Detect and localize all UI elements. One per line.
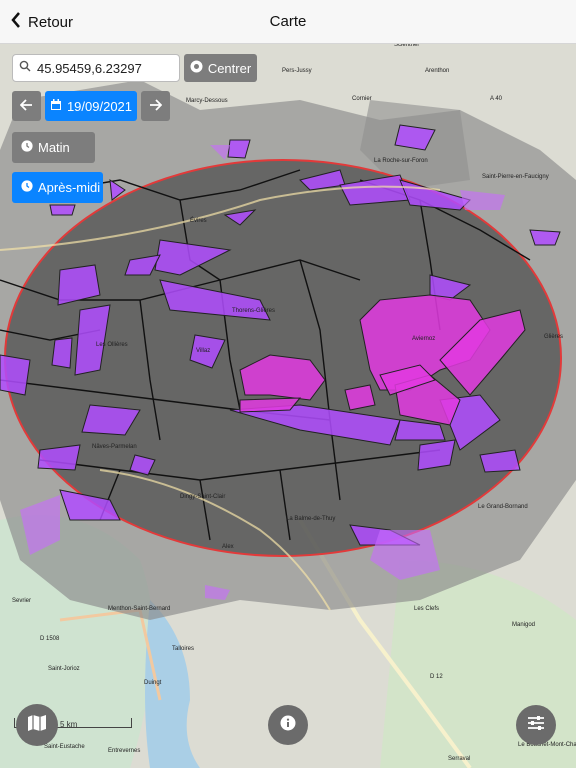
svg-text:Les Clefs: Les Clefs bbox=[414, 606, 439, 612]
previous-day-button[interactable] bbox=[12, 91, 41, 121]
search-icon bbox=[19, 59, 31, 77]
svg-text:Saint-Pierre-en-Faucigny: Saint-Pierre-en-Faucigny bbox=[482, 174, 549, 180]
target-icon bbox=[190, 60, 203, 76]
sliders-icon bbox=[527, 715, 545, 736]
clock-icon bbox=[21, 140, 33, 155]
arrow-left-icon bbox=[19, 98, 33, 114]
afternoon-label: Après-midi bbox=[38, 180, 101, 195]
svg-text:Sevrier: Sevrier bbox=[12, 598, 31, 604]
svg-text:Duingt: Duingt bbox=[144, 680, 162, 686]
svg-text:A 40: A 40 bbox=[490, 96, 503, 102]
filters-button[interactable] bbox=[516, 705, 556, 745]
svg-text:Pers-Jussy: Pers-Jussy bbox=[282, 68, 312, 74]
svg-text:Aviernoz: Aviernoz bbox=[412, 336, 435, 342]
svg-text:Saint-Eustache: Saint-Eustache bbox=[44, 744, 85, 750]
chevron-left-icon bbox=[10, 11, 22, 33]
center-button[interactable]: Centrer bbox=[184, 54, 257, 82]
calendar-icon bbox=[50, 98, 62, 114]
next-day-button[interactable] bbox=[141, 91, 170, 121]
svg-text:La Roche-sur-Foron: La Roche-sur-Foron bbox=[374, 158, 428, 164]
date-label: 19/09/2021 bbox=[66, 98, 133, 114]
coordinates-input[interactable] bbox=[35, 59, 179, 77]
top-bar: Retour Carte bbox=[0, 0, 576, 44]
svg-text:Dingy-Saint-Clair: Dingy-Saint-Clair bbox=[180, 494, 225, 500]
svg-text:Saint-Jorioz: Saint-Jorioz bbox=[48, 666, 80, 672]
clock-icon bbox=[21, 180, 33, 195]
svg-text:Évires: Évires bbox=[190, 217, 207, 224]
svg-text:Scientrier: Scientrier bbox=[394, 44, 419, 48]
svg-text:Le Grand-Bornand: Le Grand-Bornand bbox=[478, 504, 528, 510]
info-icon bbox=[280, 715, 296, 736]
svg-text:Les Ollières: Les Ollières bbox=[96, 342, 128, 348]
svg-text:Marcy-Dessous: Marcy-Dessous bbox=[186, 98, 228, 104]
svg-text:D 1508: D 1508 bbox=[40, 636, 60, 642]
svg-text:Arenthon: Arenthon bbox=[425, 68, 449, 74]
back-button[interactable]: Retour bbox=[10, 0, 73, 44]
back-label: Retour bbox=[28, 13, 74, 31]
afternoon-button[interactable]: Après-midi bbox=[12, 172, 103, 203]
svg-text:Alex: Alex bbox=[222, 544, 234, 550]
svg-text:Serraval: Serraval bbox=[448, 756, 470, 762]
svg-text:Glières: Glières bbox=[544, 334, 563, 340]
info-button[interactable] bbox=[268, 705, 308, 745]
center-label: Centrer bbox=[207, 60, 252, 76]
morning-button[interactable]: Matin bbox=[12, 132, 95, 163]
morning-label: Matin bbox=[38, 140, 70, 155]
svg-text:Talloires: Talloires bbox=[172, 646, 194, 652]
scale-label: 5 km bbox=[60, 720, 78, 729]
map-icon bbox=[27, 714, 47, 737]
arrow-right-icon bbox=[149, 98, 163, 114]
svg-text:Cornier: Cornier bbox=[352, 96, 372, 102]
svg-text:Manigod: Manigod bbox=[512, 622, 535, 628]
svg-text:Thorens-Glières: Thorens-Glières bbox=[232, 308, 275, 314]
svg-text:Nâves-Parmelan: Nâves-Parmelan bbox=[92, 444, 137, 450]
page-title: Carte bbox=[269, 13, 307, 30]
coordinates-search[interactable] bbox=[12, 54, 180, 82]
date-picker-button[interactable]: 19/09/2021 bbox=[45, 91, 137, 121]
svg-text:D 12: D 12 bbox=[430, 674, 443, 680]
svg-text:Villaz: Villaz bbox=[196, 348, 210, 354]
svg-text:Entrevernes: Entrevernes bbox=[108, 748, 140, 754]
svg-text:La Balme-de-Thuy: La Balme-de-Thuy bbox=[286, 516, 335, 522]
svg-text:Menthon-Saint-Bernard: Menthon-Saint-Bernard bbox=[108, 606, 170, 612]
map-layers-button[interactable] bbox=[16, 704, 58, 746]
